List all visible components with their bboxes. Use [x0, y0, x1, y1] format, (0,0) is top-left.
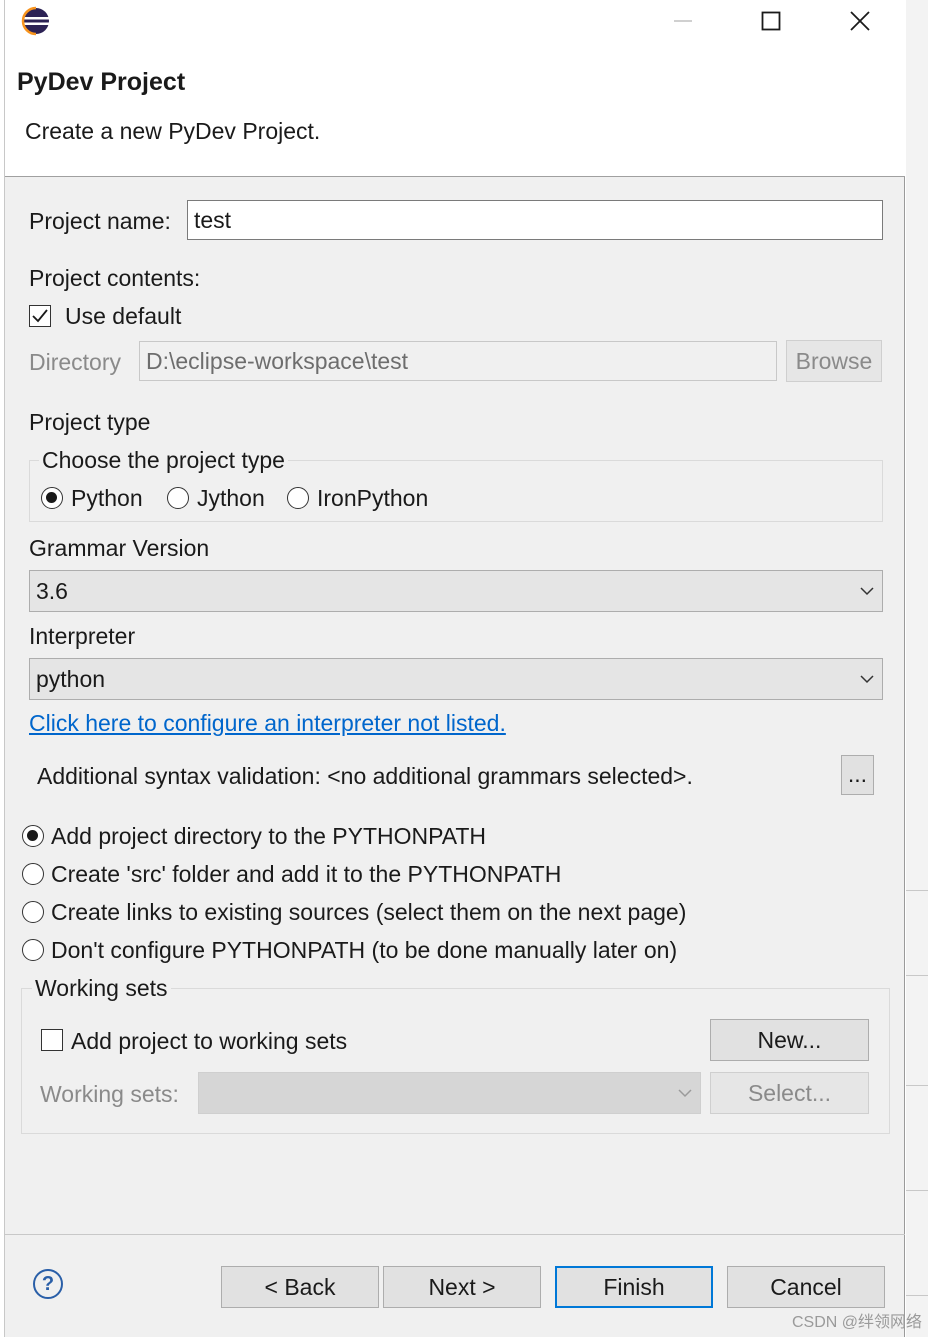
pydev-project-dialog: PyDev Project Create a new PyDev Project…: [4, 0, 905, 1337]
chevron-down-icon: [860, 587, 874, 596]
syntax-validation-label: Additional syntax validation: <no additi…: [37, 763, 693, 789]
python-radio[interactable]: [41, 487, 63, 509]
project-type-label: Project type: [29, 409, 151, 435]
working-sets-select[interactable]: [198, 1072, 701, 1114]
directory-label: Directory: [29, 349, 122, 375]
pythonpath-radio-links[interactable]: [22, 901, 44, 923]
ironpython-radio[interactable]: [287, 487, 309, 509]
syntax-validation-button[interactable]: ...: [841, 755, 874, 795]
add-to-working-sets-checkbox[interactable]: [41, 1029, 63, 1051]
grammar-version-label: Grammar Version: [29, 535, 210, 561]
new-working-set-button[interactable]: New...: [710, 1019, 869, 1061]
jython-radio[interactable]: [167, 487, 189, 509]
working-sets-group-title: Working sets: [32, 974, 171, 1002]
interpreter-label: Interpreter: [29, 623, 136, 649]
cancel-button[interactable]: Cancel: [727, 1266, 885, 1308]
project-contents-label: Project contents:: [29, 265, 201, 291]
browse-button[interactable]: Browse: [786, 340, 882, 382]
select-working-sets-button[interactable]: Select...: [710, 1072, 869, 1114]
configure-interpreter-link[interactable]: Click here to configure an interpreter n…: [29, 709, 506, 737]
background-divider: [906, 1295, 928, 1296]
background-divider: [906, 1085, 928, 1086]
project-type-group-title: Choose the project type: [39, 446, 288, 474]
grammar-version-value: 3.6: [36, 577, 68, 604]
jython-radio-label: Jython: [197, 485, 265, 511]
finish-button[interactable]: Finish: [555, 1266, 713, 1308]
chevron-down-icon: [860, 675, 874, 684]
project-name-label: Project name:: [29, 208, 171, 234]
add-to-working-sets-label: Add project to working sets: [71, 1028, 348, 1054]
maximize-icon[interactable]: [749, 4, 793, 38]
close-icon[interactable]: [838, 4, 882, 38]
minimize-icon[interactable]: [661, 4, 705, 38]
use-default-label: Use default: [65, 303, 182, 329]
help-icon[interactable]: ?: [33, 1269, 63, 1299]
directory-input[interactable]: D:\eclipse-workspace\test: [139, 341, 777, 381]
background-divider: [906, 1190, 928, 1191]
grammar-version-select[interactable]: 3.6: [29, 570, 883, 612]
pythonpath-option-label: Add project directory to the PYTHONPATH: [51, 823, 487, 849]
eclipse-icon: [21, 6, 49, 36]
pythonpath-radio-add-project[interactable]: [22, 825, 44, 847]
interpreter-select[interactable]: python: [29, 658, 883, 700]
background-divider: [906, 890, 928, 891]
pythonpath-option-label: Create links to existing sources (select…: [51, 899, 687, 925]
pythonpath-option-label: Create 'src' folder and add it to the PY…: [51, 861, 562, 887]
ironpython-radio-label: IronPython: [317, 485, 429, 511]
use-default-checkbox[interactable]: [29, 305, 51, 327]
back-button[interactable]: < Back: [221, 1266, 379, 1308]
working-sets-label: Working sets:: [40, 1081, 179, 1107]
pythonpath-radio-none[interactable]: [22, 939, 44, 961]
python-radio-label: Python: [71, 485, 143, 511]
background-window-strip: [906, 0, 928, 1337]
chevron-down-icon: [678, 1089, 692, 1098]
pythonpath-radio-src-folder[interactable]: [22, 863, 44, 885]
watermark-text: CSDN @绊领网络: [791, 1314, 922, 1331]
project-name-input[interactable]: test: [187, 200, 883, 240]
interpreter-value: python: [36, 665, 106, 692]
dialog-title: PyDev Project: [17, 68, 186, 96]
background-divider: [906, 975, 928, 976]
footer-separator: [5, 1234, 905, 1235]
dialog-subtitle: Create a new PyDev Project.: [25, 118, 321, 144]
dialog-header: PyDev Project Create a new PyDev Project…: [5, 0, 905, 177]
pythonpath-option-label: Don't configure PYTHONPATH (to be done m…: [51, 937, 678, 963]
next-button[interactable]: Next >: [383, 1266, 541, 1308]
